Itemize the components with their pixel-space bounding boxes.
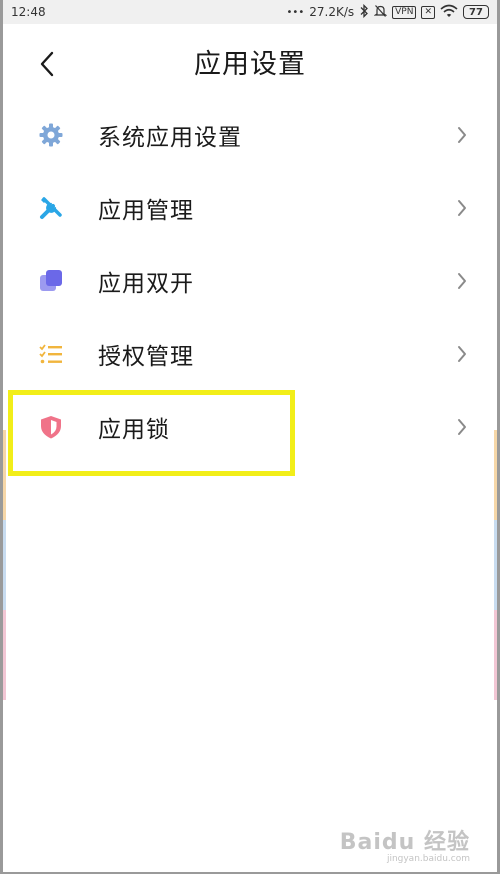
header: 应用设置 [3,24,497,104]
menu-item-label: 系统应用设置 [98,124,242,151]
settings-menu: 系统应用设置 应用管理 应用双开 授权管理 应用锁 [3,98,497,463]
wifi-icon [440,4,458,21]
menu-item-app-management[interactable]: 应用管理 [3,171,497,244]
edge-strip [494,520,497,610]
chevron-right-icon [455,198,469,218]
chevron-right-icon [455,344,469,364]
chevron-right-icon [455,417,469,437]
net-speed: 27.2K/s [309,5,355,19]
status-time: 12:48 [11,5,46,19]
menu-item-system-app-settings[interactable]: 系统应用设置 [3,98,497,171]
status-indicators: ••• 27.2K/s VPN ✕ 77 [286,3,489,21]
edge-strip [494,610,497,700]
status-bar: 12:48 ••• 27.2K/s VPN ✕ 77 [3,0,497,24]
menu-item-permission-management[interactable]: 授权管理 [3,317,497,390]
tools-icon [37,194,65,222]
watermark-logo: Baidu 经验 [339,830,470,855]
no-sim-icon: ✕ [421,5,435,19]
menu-item-label: 授权管理 [98,343,194,370]
gear-icon [37,121,65,149]
more-dots-icon: ••• [286,6,305,18]
vpn-icon: VPN [392,5,417,19]
chevron-right-icon [455,271,469,291]
menu-item-app-lock[interactable]: 应用锁 [3,390,497,463]
battery-icon: 77 [463,5,489,19]
checklist-icon [37,340,65,368]
shield-icon [37,413,65,441]
edge-strip [3,610,6,700]
chevron-right-icon [455,125,469,145]
menu-item-label: 应用锁 [98,416,170,443]
watermark: Baidu 经验 jingyan.baidu.com [340,824,470,864]
page-title: 应用设置 [194,49,306,80]
menu-item-dual-apps[interactable]: 应用双开 [3,244,497,317]
mute-bell-icon [373,4,388,21]
menu-item-label: 应用管理 [98,197,194,224]
edge-strip [3,520,6,610]
dual-app-icon [37,267,65,295]
menu-item-label: 应用双开 [98,270,194,297]
bluetooth-icon [359,3,369,21]
